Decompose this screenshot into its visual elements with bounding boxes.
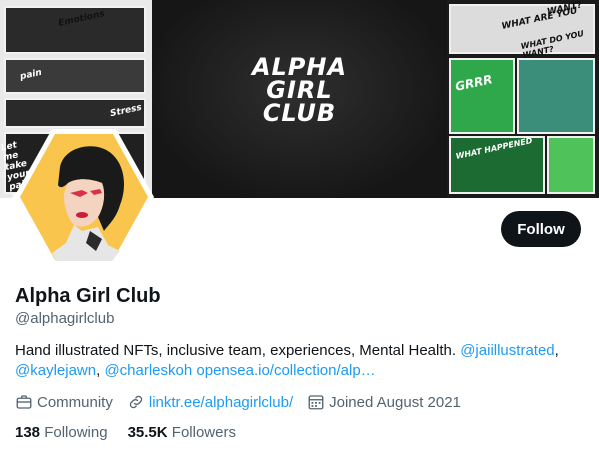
joined-date: Joined August 2021 [329, 393, 461, 411]
profile-stats: 138 Following 35.5K Followers [15, 424, 256, 441]
banner-comic-right: WHAT ARE YOU WANT? WHAT DO YOU WANT? GRR… [447, 0, 599, 198]
comic-panel [517, 58, 595, 134]
bio-url-link[interactable]: opensea.io/collection/alp… [196, 362, 375, 379]
category-label: Community [37, 393, 113, 411]
avatar-image [14, 129, 154, 265]
profile-joined: Joined August 2021 [307, 393, 461, 411]
comic-panel [449, 58, 515, 134]
following-stat[interactable]: 138 Following [15, 424, 108, 441]
followers-stat[interactable]: 35.5K Followers [128, 424, 236, 441]
profile-meta: Community linktr.ee/alphagirlclub/ Joine… [15, 392, 475, 412]
bio-separator: , [96, 362, 101, 379]
banner-center: ALPHA GIRL CLUB [152, 0, 447, 198]
following-label: Following [44, 424, 108, 441]
link-icon [129, 395, 143, 409]
display-name: Alpha Girl Club [15, 285, 161, 307]
mention-link[interactable]: @charleskoh [104, 362, 192, 379]
calendar-icon [308, 395, 324, 410]
profile-category: Community [15, 393, 113, 411]
profile-bio: Hand illustrated NFTs, inclusive team, e… [15, 341, 585, 381]
mention-link[interactable]: @kaylejawn [15, 362, 96, 379]
follow-button[interactable]: Follow [501, 211, 581, 247]
profile-website[interactable]: linktr.ee/alphagirlclub/ [127, 393, 293, 411]
comic-panel [4, 6, 146, 54]
profile-avatar[interactable] [12, 127, 156, 267]
briefcase-icon [16, 395, 32, 409]
followers-count: 35.5K [127, 424, 168, 441]
bio-text: Hand illustrated NFTs, inclusive team, e… [15, 342, 457, 359]
comic-panel [547, 136, 595, 194]
mention-link[interactable]: @jaiillustrated [460, 342, 554, 359]
banner-logo: ALPHA GIRL CLUB [152, 55, 447, 127]
website-link[interactable]: linktr.ee/alphagirlclub/ [149, 394, 293, 411]
banner-logo-line: CLUB [262, 99, 337, 127]
followers-label: Followers [171, 424, 236, 441]
user-handle: @alphagirlclub [15, 310, 115, 327]
following-count: 138 [15, 424, 41, 441]
bio-separator: , [554, 342, 559, 359]
